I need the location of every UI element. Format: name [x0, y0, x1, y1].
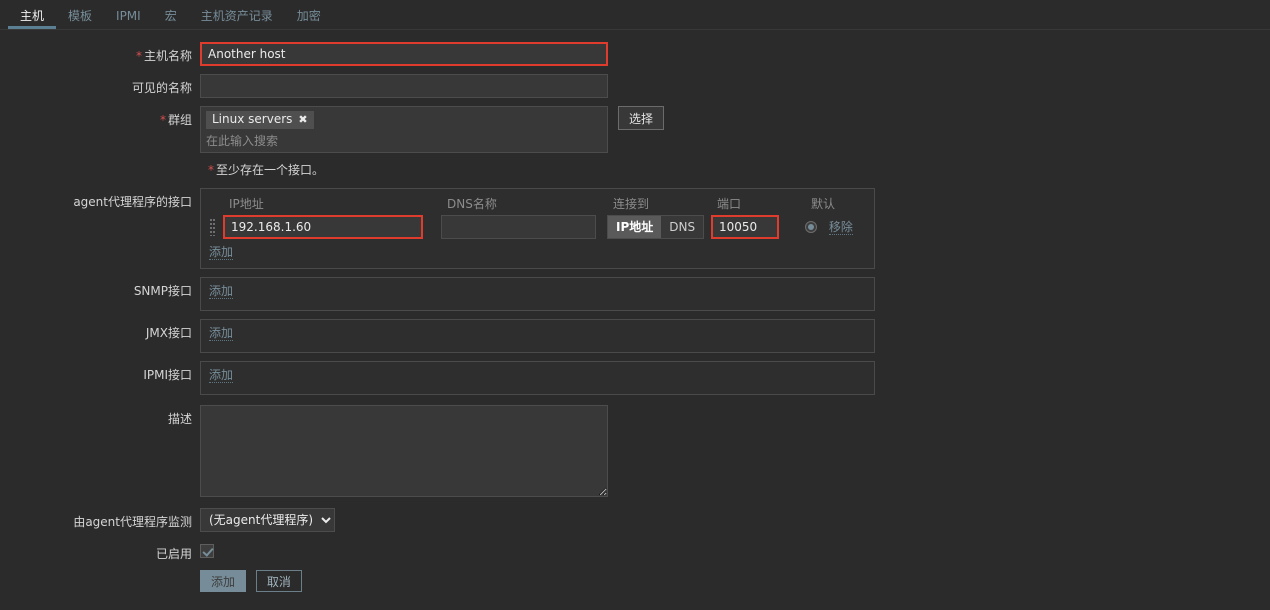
visible-name-label: 可见的名称 [131, 81, 192, 95]
col-header-connect: 连接到 [613, 197, 650, 211]
row-jmx-interfaces: JMX接口 添加 [0, 319, 1270, 353]
connect-to-toggle: IP地址 DNS [607, 215, 705, 239]
tab-label: 加密 [296, 9, 321, 23]
col-header-port: 端口 [717, 197, 742, 211]
group-chip[interactable]: Linux servers ✖ [206, 111, 314, 129]
add-agent-interface-link[interactable]: 添加 [209, 245, 234, 260]
jmx-interface-container: 添加 [200, 319, 875, 353]
tab-host[interactable]: 主机 [8, 9, 57, 29]
agent-interface-container: IP地址 DNS名称 连接到 端口 默认 IP [200, 188, 875, 269]
interface-required-hint: * 至少存在一个接口。 [208, 163, 325, 177]
row-description: 描述 [0, 405, 1270, 500]
tab-macros[interactable]: 宏 [153, 10, 189, 29]
add-ipmi-interface-link[interactable]: 添加 [209, 368, 234, 383]
row-host-name: * 主机名称 [0, 42, 1270, 66]
required-asterisk: * [135, 49, 142, 63]
row-snmp-interfaces: SNMP接口 添加 [0, 277, 1270, 311]
row-form-actions: 添加 取消 [0, 570, 1270, 592]
add-jmx-interface-link[interactable]: 添加 [209, 326, 234, 341]
visible-name-input[interactable] [200, 74, 608, 98]
close-icon[interactable]: ✖ [298, 113, 307, 126]
drag-handle-icon[interactable] [209, 216, 223, 238]
host-groups-search-placeholder: 在此输入搜索 [206, 134, 279, 148]
select-groups-button[interactable]: 选择 [618, 106, 665, 130]
group-chip-label: Linux servers [212, 112, 293, 126]
snmp-interface-container: 添加 [200, 277, 875, 311]
host-groups-multiselect[interactable]: Linux servers ✖ 在此输入搜索 [200, 106, 608, 153]
enabled-label: 已启用 [155, 547, 192, 561]
ipmi-interface-container: 添加 [200, 361, 875, 395]
interface-default-radio[interactable] [805, 221, 817, 233]
monitored-by-proxy-select[interactable]: (无agent代理程序) [200, 508, 335, 532]
row-visible-name: 可见的名称 [0, 74, 1270, 98]
tab-label: 主机资产记录 [200, 9, 273, 23]
tab-label: 宏 [164, 9, 177, 23]
row-monitored-by-proxy: 由agent代理程序监测 (无agent代理程序) [0, 508, 1270, 532]
tab-bar: 主机 模板 IPMI 宏 主机资产记录 加密 [0, 0, 1270, 30]
row-agent-interfaces: agent代理程序的接口 IP地址 DNS名称 连接到 端口 默认 192.16… [0, 188, 1270, 269]
tab-templates[interactable]: 模板 [56, 10, 104, 29]
host-groups-label: * 群组 [159, 113, 192, 127]
tab-encryption[interactable]: 加密 [285, 10, 333, 29]
tab-ipmi[interactable]: IPMI [104, 10, 153, 29]
tab-label: 模板 [68, 9, 93, 23]
connect-to-dns-option[interactable]: DNS [661, 216, 704, 238]
row-host-groups: * 群组 Linux servers ✖ 在此输入搜索 选择 [0, 106, 1270, 153]
interface-port-input[interactable] [711, 215, 779, 239]
interface-ip-input[interactable] [223, 215, 423, 239]
cancel-button[interactable]: 取消 [255, 570, 302, 592]
remove-interface-link[interactable]: 移除 [828, 220, 853, 235]
row-enabled: 已启用 [0, 540, 1270, 562]
actions-spacer [0, 570, 200, 575]
tab-label: 主机 [20, 9, 45, 23]
connect-to-ip-option[interactable]: IP地址 [608, 216, 662, 238]
tab-label: IPMI [116, 9, 141, 23]
host-config-form: *主机名称 可见的名称 *群组 Linux servers ✖ 在此输入搜索 选择… [0, 30, 1270, 592]
required-asterisk: * [208, 163, 214, 177]
add-snmp-interface-link[interactable]: 添加 [209, 284, 234, 299]
tab-inventory[interactable]: 主机资产记录 [189, 10, 285, 29]
required-asterisk: * [159, 113, 166, 127]
enabled-checkbox[interactable] [200, 543, 214, 558]
col-header-dns: DNS名称 [447, 197, 497, 211]
ipmi-interface-label: IPMI接口 [143, 368, 192, 382]
add-button[interactable]: 添加 [200, 570, 247, 592]
col-header-default: 默认 [811, 197, 836, 211]
monitored-by-proxy-label: 由agent代理程序监测 [73, 515, 192, 529]
snmp-interface-label: SNMP接口 [133, 284, 192, 298]
host-name-label: * 主机名称 [135, 49, 192, 63]
agent-interface-label: agent代理程序的接口 [73, 195, 192, 209]
description-textarea[interactable] [200, 405, 608, 497]
host-name-input[interactable] [200, 42, 608, 66]
row-ipmi-interfaces: IPMI接口 添加 [0, 361, 1270, 395]
col-header-ip: IP地址 [229, 197, 264, 211]
description-label: 描述 [167, 412, 192, 426]
interface-dns-input[interactable] [441, 215, 596, 239]
agent-interface-row: IP地址 DNS 移除 [209, 215, 866, 239]
agent-interface-header: IP地址 DNS名称 连接到 端口 默认 [209, 195, 866, 212]
jmx-interface-label: JMX接口 [145, 326, 192, 340]
